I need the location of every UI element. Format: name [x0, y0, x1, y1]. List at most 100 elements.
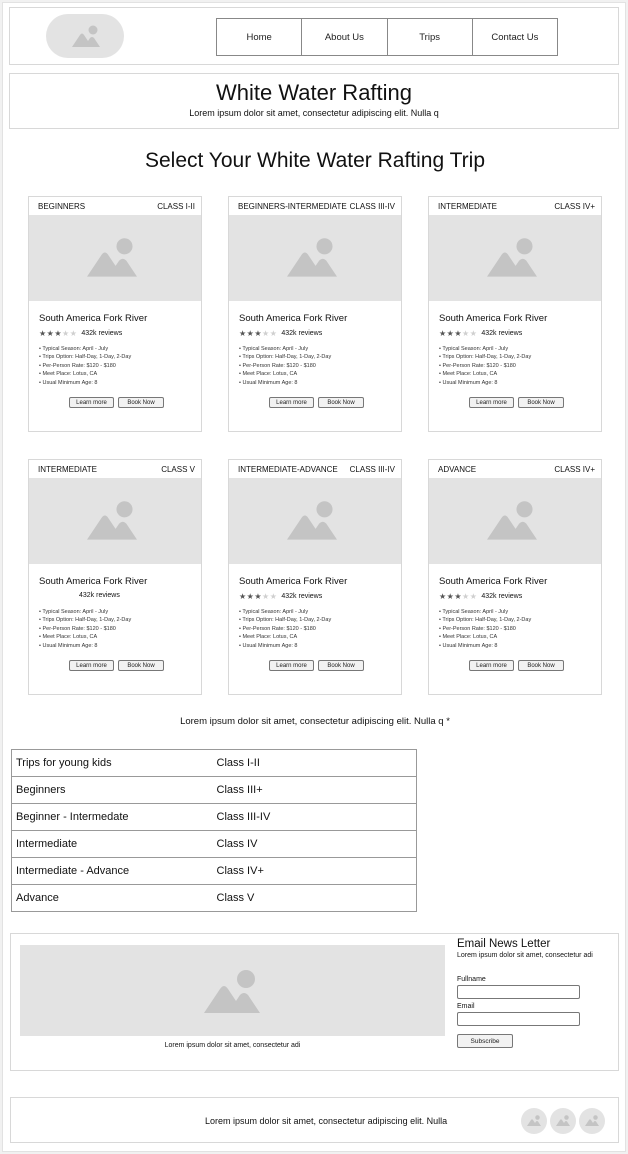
- class-table: Trips for young kids Class I-II Beginner…: [11, 749, 417, 912]
- review-count: 432k reviews: [481, 330, 523, 337]
- fullname-field[interactable]: [457, 985, 580, 999]
- trip-class: CLASS III-IV: [349, 201, 395, 211]
- star-rating: ★★★★★: [239, 592, 277, 601]
- hero-subtitle: Lorem ipsum dolor sit amet, consectetur …: [189, 108, 439, 118]
- trip-feature: Typical Season: April - July: [39, 345, 131, 353]
- table-row: Intermediate Class IV: [11, 830, 417, 858]
- site-footer: Lorem ipsum dolor sit amet, consectetur …: [10, 1097, 619, 1143]
- hero-banner: White Water Rafting Lorem ipsum dolor si…: [9, 73, 619, 129]
- book-now-button[interactable]: Book Now: [318, 397, 364, 408]
- star-rating: ★★★★★: [39, 329, 77, 338]
- learn-more-button[interactable]: Learn more: [69, 397, 114, 408]
- card-actions: Learn more Book Now: [469, 660, 564, 671]
- trip-level: INTERMEDIATE: [438, 201, 497, 211]
- trip-image: [229, 215, 401, 301]
- star-rating: ★★★★★: [439, 329, 477, 338]
- star-icon: ★: [462, 592, 470, 601]
- review-count: 432k reviews: [481, 593, 523, 600]
- trip-card: INTERMEDIATE CLASS V South America Fork …: [28, 459, 202, 695]
- review-count: 432k reviews: [281, 593, 323, 600]
- book-now-button[interactable]: Book Now: [518, 660, 564, 671]
- card-actions: Learn more Book Now: [69, 397, 164, 408]
- trip-features: Typical Season: April - JulyTrips Option…: [439, 608, 531, 650]
- trip-features: Typical Season: April - JulyTrips Option…: [239, 608, 331, 650]
- trip-feature: Trips Option: Half-Day, 1-Day, 2-Day: [39, 353, 131, 361]
- social-link[interactable]: [550, 1108, 576, 1134]
- trip-level: BEGINNERS: [38, 201, 86, 211]
- newsletter-section: Lorem ipsum dolor sit amet, consectetur …: [10, 933, 619, 1071]
- trip-card: INTERMEDIATE CLASS IV+ South America For…: [428, 196, 602, 432]
- card-header: BEGINNERS-INTERMEDIATE CLASS III-IV: [229, 197, 401, 215]
- star-icon: ★: [262, 329, 270, 338]
- newsletter-subtitle: Lorem ipsum dolor sit amet, consectetur …: [457, 952, 593, 959]
- footer-text: Lorem ipsum dolor sit amet, consectetur …: [205, 1116, 448, 1126]
- trip-image: [29, 215, 201, 301]
- learn-more-button[interactable]: Learn more: [69, 660, 114, 671]
- newsletter-caption: Lorem ipsum dolor sit amet, consectetur …: [164, 1042, 301, 1049]
- nav-home[interactable]: Home: [217, 19, 301, 55]
- learn-more-button[interactable]: Learn more: [469, 660, 514, 671]
- trip-title: South America Fork River: [239, 313, 348, 324]
- trip-card: INTERMEDIATE-ADVANCE CLASS III-IV South …: [228, 459, 402, 695]
- trip-class: CLASS V: [161, 464, 195, 474]
- subscribe-button[interactable]: Subscribe: [457, 1034, 513, 1048]
- table-row: Beginners Class III+: [11, 776, 417, 804]
- trip-card: BEGINNERS CLASS I-II South America Fork …: [28, 196, 202, 432]
- image-icon: [87, 501, 137, 540]
- trip-feature: Typical Season: April - July: [39, 608, 131, 616]
- email-field[interactable]: [457, 1012, 580, 1026]
- nav-trips[interactable]: Trips: [386, 19, 472, 55]
- book-now-button[interactable]: Book Now: [318, 660, 364, 671]
- trip-title: South America Fork River: [439, 576, 548, 587]
- trip-image: [229, 478, 401, 564]
- star-icon: ★: [269, 592, 278, 601]
- trip-level: ADVANCE: [438, 464, 477, 474]
- star-icon: ★: [469, 329, 478, 338]
- trip-class: CLASS IV+: [554, 464, 595, 474]
- image-icon: [287, 501, 337, 540]
- table-row: Intermediate - Advance Class IV+: [11, 857, 417, 885]
- learn-more-button[interactable]: Learn more: [269, 397, 314, 408]
- trip-feature: Typical Season: April - July: [439, 608, 531, 616]
- book-now-button[interactable]: Book Now: [118, 397, 164, 408]
- trip-rating: ★★★★★ 432k reviews: [39, 329, 122, 338]
- star-icon: ★: [239, 329, 247, 338]
- trip-feature: Per-Person Rate: $120 - $180: [239, 362, 331, 370]
- trip-feature: Meet Place: Lotus, CA: [239, 633, 331, 641]
- table-row: Trips for young kids Class I-II: [11, 749, 417, 777]
- star-rating: ★★★★★: [239, 329, 277, 338]
- trip-type-cell: Intermediate - Advance: [11, 857, 213, 885]
- nav-about-us[interactable]: About Us: [301, 19, 386, 55]
- trip-feature: Per-Person Rate: $120 - $180: [239, 625, 331, 633]
- trip-image: [429, 478, 601, 564]
- star-icon: ★: [254, 329, 263, 338]
- learn-more-button[interactable]: Learn more: [269, 660, 314, 671]
- learn-more-button[interactable]: Learn more: [469, 397, 514, 408]
- social-link[interactable]: [579, 1108, 605, 1134]
- nav-contact-us[interactable]: Contact Us: [471, 19, 557, 55]
- social-link[interactable]: [521, 1108, 547, 1134]
- trip-feature: Usual Minimum Age: 8: [39, 379, 131, 387]
- trip-feature: Per-Person Rate: $120 - $180: [39, 625, 131, 633]
- trip-feature: Usual Minimum Age: 8: [239, 379, 331, 387]
- newsletter-title: Email News Letter: [457, 938, 551, 950]
- trip-rating: ★★★★★ 432k reviews: [239, 329, 322, 338]
- trip-features: Typical Season: April - JulyTrips Option…: [39, 345, 131, 387]
- book-now-button[interactable]: Book Now: [518, 397, 564, 408]
- image-icon: [487, 501, 537, 540]
- class-cell: Class V: [212, 884, 417, 912]
- book-now-button[interactable]: Book Now: [118, 660, 164, 671]
- trip-feature: Usual Minimum Age: 8: [439, 642, 531, 650]
- class-cell: Class III+: [212, 776, 417, 804]
- trip-feature: Trips Option: Half-Day, 1-Day, 2-Day: [239, 353, 331, 361]
- trip-level: INTERMEDIATE: [38, 464, 97, 474]
- fullname-label: Fullname: [457, 976, 486, 983]
- star-icon: ★: [454, 592, 463, 601]
- trip-feature: Per-Person Rate: $120 - $180: [39, 362, 131, 370]
- trip-rating: ★★★★★ 432k reviews: [239, 592, 322, 601]
- info-text: Lorem ipsum dolor sit amet, consectetur …: [180, 716, 450, 727]
- star-icon: ★: [439, 592, 447, 601]
- logo[interactable]: [46, 14, 124, 58]
- image-icon: [556, 1115, 570, 1126]
- trip-title: South America Fork River: [39, 576, 148, 587]
